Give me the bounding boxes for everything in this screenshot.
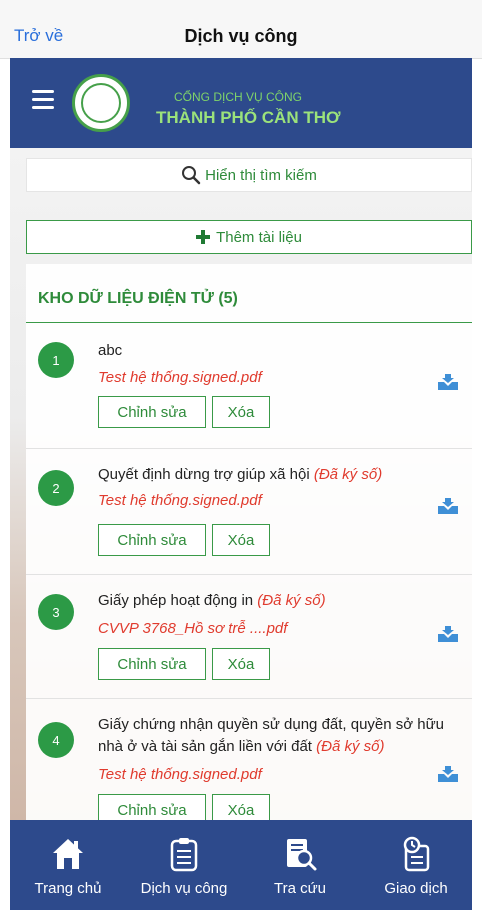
tab-transactions[interactable]: Giao dịch (358, 820, 474, 910)
edit-button[interactable]: Chỉnh sửa (98, 524, 206, 556)
document-storage-panel: KHO DỮ LIỆU ĐIỆN TỬ (5) 1 abc Test hệ th… (26, 264, 472, 826)
add-document-label: Thêm tài liệu (216, 228, 302, 246)
edit-button[interactable]: Chỉnh sửa (98, 648, 206, 680)
show-search-button[interactable]: Hiển thị tìm kiếm (26, 158, 472, 192)
list-item: 3 Giấy phép hoạt động in (Đã ký số) CVVP… (26, 574, 472, 699)
home-icon (53, 839, 83, 869)
menu-icon[interactable] (32, 90, 54, 109)
portal-header: CỔNG DỊCH VỤ CÔNG THÀNH PHỐ CẦN THƠ (10, 58, 472, 148)
download-icon[interactable] (436, 624, 460, 644)
tab-public-services-label: Dịch vụ công (140, 880, 228, 897)
item-number: 2 (38, 470, 74, 506)
list-item: 4 Giấy chứng nhận quyền sử dụng đất, quy… (26, 698, 472, 826)
plus-icon (196, 230, 211, 244)
search-icon (182, 166, 201, 185)
tab-lookup-label: Tra cứu (274, 880, 326, 897)
edit-button[interactable]: Chỉnh sửa (98, 396, 206, 428)
signed-status: (Đã ký số) (257, 592, 326, 609)
add-document-button[interactable]: Thêm tài liệu (26, 220, 472, 254)
item-file-link[interactable]: Test hệ thống.signed.pdf (98, 766, 262, 783)
document-search-icon (287, 839, 317, 871)
tab-public-services[interactable]: Dịch vụ công (126, 820, 242, 910)
item-name: Giấy chứng nhận quyền sử dụng đất, quyền… (98, 716, 445, 755)
transaction-icon (403, 836, 430, 872)
list-item: 2 Quyết định dừng trợ giúp xã hội (Đã ký… (26, 448, 472, 575)
item-file-link[interactable]: Test hệ thống.signed.pdf (98, 492, 262, 509)
delete-button[interactable]: Xóa (212, 648, 270, 680)
city-logo (72, 74, 130, 132)
item-name: Quyết định dừng trợ giúp xã hội (Đã ký s… (98, 466, 383, 483)
signed-status: (Đã ký số) (316, 738, 385, 755)
item-name: Giấy phép hoạt động in (Đã ký số) (98, 592, 326, 609)
portal-title-line1: CỔNG DỊCH VỤ CÔNG (174, 90, 303, 104)
download-icon[interactable] (436, 372, 460, 392)
page-title: Dịch vụ công (184, 26, 298, 46)
item-file-link[interactable]: Test hệ thống.signed.pdf (98, 369, 262, 386)
signed-status: (Đã ký số) (313, 466, 383, 483)
panel-title: KHO DỮ LIỆU ĐIỆN TỬ (5) (38, 290, 238, 307)
tab-lookup[interactable]: Tra cứu (242, 820, 358, 910)
download-icon[interactable] (436, 764, 460, 784)
delete-button[interactable]: Xóa (212, 396, 270, 428)
show-search-label: Hiển thị tìm kiếm (205, 166, 317, 184)
delete-button[interactable]: Xóa (212, 524, 270, 556)
bottom-tab-bar: Trang chủ Dịch vụ công Tra cứu Giao dịch (10, 820, 472, 910)
tab-home[interactable]: Trang chủ (10, 820, 126, 910)
tab-transactions-label: Giao dịch (384, 880, 448, 897)
tab-home-label: Trang chủ (34, 880, 102, 897)
item-number: 4 (38, 722, 74, 758)
item-number: 1 (38, 342, 74, 378)
top-navigation-bar: Trở về Dịch vụ công (0, 0, 482, 59)
item-file-link[interactable]: CVVP 3768_Hồ sơ trễ ....pdf (98, 620, 287, 637)
clipboard-icon (170, 838, 198, 872)
list-item: 1 abc Test hệ thống.signed.pdf Chỉnh sửa… (26, 322, 472, 449)
item-number: 3 (38, 594, 74, 630)
portal-title-line2: THÀNH PHỐ CẦN THƠ (156, 108, 341, 127)
download-icon[interactable] (436, 496, 460, 516)
item-name: abc (98, 342, 123, 359)
